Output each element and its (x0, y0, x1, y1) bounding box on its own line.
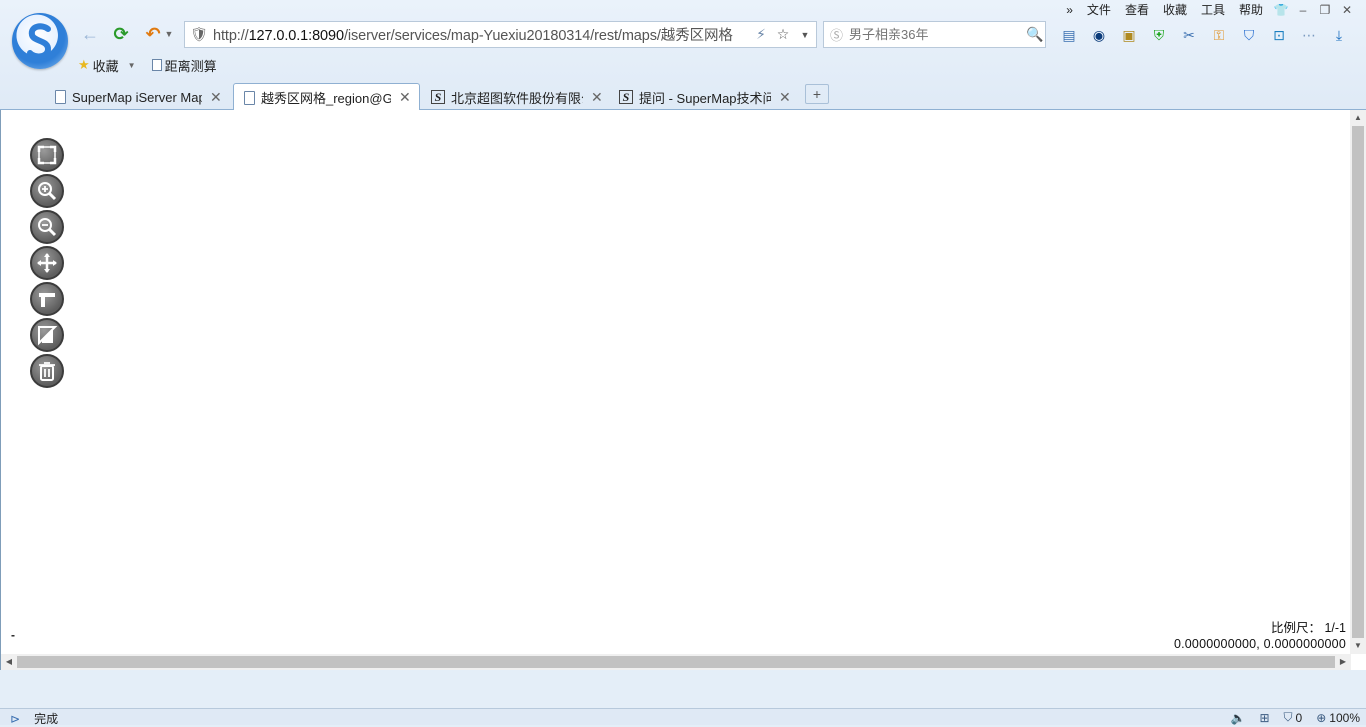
new-tab-button[interactable]: + (805, 84, 829, 104)
key-icon[interactable]: ⚿ (1204, 24, 1234, 46)
supermap-s-icon: S (431, 90, 445, 104)
adblock-count[interactable]: ⛉ 0 (1284, 710, 1303, 725)
favorites-collect[interactable]: ★ 收藏 ▼ (78, 56, 136, 75)
clear-trash-button[interactable] (30, 354, 64, 388)
zoom-in-button[interactable] (30, 174, 64, 208)
zoom-out-button[interactable] (30, 210, 64, 244)
zoom-level[interactable]: ⊕ 100% (1316, 711, 1360, 725)
horizontal-scrollbar[interactable]: ◀ ▶ (1, 654, 1351, 670)
measure-area-button[interactable] (30, 318, 64, 352)
back-arrow-icon[interactable]: ← (78, 22, 102, 46)
mouse-coordinates: 0.0000000000, 0.0000000000 (1173, 637, 1346, 651)
scroll-left-icon[interactable]: ◀ (1, 654, 17, 670)
search-input[interactable] (849, 27, 1025, 42)
scale-display: 比例尺： 1/-1 (1271, 617, 1346, 636)
menu-bar: » 文件 查看 收藏 工具 帮助 👕 – ❐ ✕ (1059, 2, 1358, 18)
menu-item-file[interactable]: 文件 (1080, 2, 1118, 18)
address-dropdown-icon[interactable]: ▼ (794, 30, 816, 40)
scissors-icon[interactable]: ✂ (1174, 24, 1204, 46)
lightning-icon[interactable]: ⚡ (750, 26, 772, 43)
screenshot-icon[interactable]: ▣ (1114, 24, 1144, 46)
undo-dropdown-icon[interactable]: ▼ (162, 22, 176, 46)
address-bar[interactable]: 🛡 http://127.0.0.1:8090/iserver/services… (184, 21, 817, 48)
minimize-icon[interactable]: – (1292, 2, 1314, 18)
menu-item-tools[interactable]: 工具 (1194, 2, 1232, 18)
url-text[interactable]: http://127.0.0.1:8090/iserver/services/m… (213, 24, 750, 45)
toolbar-extensions: ▤ ◉ ▣ ⛨ ✂ ⚿ ⛉ ⊡ ⋯ ⤓ (1054, 24, 1354, 46)
status-text: 完成 (34, 712, 59, 726)
measure-distance-button[interactable] (30, 282, 64, 316)
tab-supermap-qa[interactable]: S 提问 - SuperMap技术问答 ✕ (608, 83, 800, 110)
scale-value: 1/-1 (1324, 621, 1346, 635)
close-tab-icon[interactable]: ✕ (591, 89, 603, 106)
security-shield-icon: 🛡 (190, 26, 208, 42)
search-box[interactable]: Ⓢ 🔍 (823, 21, 1046, 48)
search-icon[interactable]: 🔍 (1025, 26, 1045, 43)
vpn-icon[interactable]: ◉ (1084, 24, 1114, 46)
favorites-item[interactable]: 距离测算 (151, 56, 217, 75)
tab-strip: SuperMap iServer Map ✕ 越秀区网格_region@Guan… (0, 81, 1366, 184)
refresh-icon[interactable]: ⟳ (109, 22, 133, 46)
sidebar-toggle-icon[interactable]: ⊳ (10, 712, 20, 726)
favorites-bar: ★ 收藏 ▼ 距离测算 (78, 55, 217, 75)
reader-icon[interactable]: ▤ (1054, 24, 1084, 46)
status-bar: ⊳ 完成 🔈 ⊞ ⛉ 0 ⊕ 100% (0, 708, 1366, 726)
shield-check-icon[interactable]: ⛉ (1234, 24, 1264, 46)
tab-yuexiu-region[interactable]: 越秀区网格_region@Guangzhou ✕ (233, 83, 420, 111)
menu-more-icon[interactable]: » (1059, 2, 1080, 18)
scroll-right-icon[interactable]: ▶ (1335, 654, 1351, 670)
search-tool-icon[interactable]: ⊡ (1264, 24, 1294, 46)
chevron-down-icon: ▼ (127, 60, 136, 70)
sogou-browser-logo[interactable] (12, 13, 68, 69)
skin-shirt-icon[interactable]: 👕 (1270, 2, 1292, 18)
zoom-icon: ⊕ (1316, 710, 1327, 725)
restore-icon[interactable]: ❐ (1314, 2, 1336, 18)
map-marker-dash: - (11, 628, 15, 642)
scroll-down-icon[interactable]: ▼ (1350, 638, 1366, 654)
supermap-s-icon: S (619, 90, 633, 104)
map-toolbar (30, 138, 64, 390)
sogou-search-icon: Ⓢ (829, 28, 843, 43)
vertical-scroll-thumb[interactable] (1352, 126, 1364, 638)
scale-label: 比例尺： (1270, 621, 1321, 635)
menu-item-help[interactable]: 帮助 (1232, 2, 1270, 18)
page-icon (151, 59, 162, 71)
star-bookmark-icon[interactable]: ☆ (772, 26, 794, 43)
adblock-icon: ⛉ (1283, 710, 1293, 724)
horizontal-scroll-thumb[interactable] (17, 656, 1335, 668)
menu-item-view[interactable]: 查看 (1118, 2, 1156, 18)
security-guard-icon[interactable]: ⛨ (1144, 24, 1174, 46)
download-manager-icon[interactable]: ⊞ (1259, 711, 1269, 725)
vertical-scrollbar[interactable]: ▲ ▼ (1350, 110, 1366, 654)
page-icon (55, 90, 66, 104)
tab-supermap-company[interactable]: S 北京超图软件股份有限公司 ✕ (420, 83, 612, 110)
close-tab-icon[interactable]: ✕ (210, 89, 222, 106)
browser-chrome: » 文件 查看 收藏 工具 帮助 👕 – ❐ ✕ ← ⟳ ↶ ▼ 🛡 http:… (0, 0, 1366, 184)
close-window-icon[interactable]: ✕ (1336, 2, 1358, 18)
close-tab-icon[interactable]: ✕ (399, 89, 411, 106)
more-dots-icon[interactable]: ⋯ (1294, 24, 1324, 46)
scroll-up-icon[interactable]: ▲ (1350, 110, 1366, 126)
volume-icon[interactable]: 🔈 (1231, 711, 1246, 725)
full-extent-button[interactable] (30, 138, 64, 172)
download-icon[interactable]: ⤓ (1324, 24, 1354, 46)
map-viewport[interactable]: - 比例尺： 1/-1 0.0000000000, 0.0000000000 ▲… (0, 110, 1366, 670)
star-icon: ★ (78, 57, 90, 72)
page-icon (244, 90, 255, 105)
menu-item-favorites[interactable]: 收藏 (1156, 2, 1194, 18)
tab-supermap-iserver[interactable]: SuperMap iServer Map ✕ (44, 83, 231, 110)
pan-button[interactable] (30, 246, 64, 280)
close-tab-icon[interactable]: ✕ (779, 89, 791, 106)
